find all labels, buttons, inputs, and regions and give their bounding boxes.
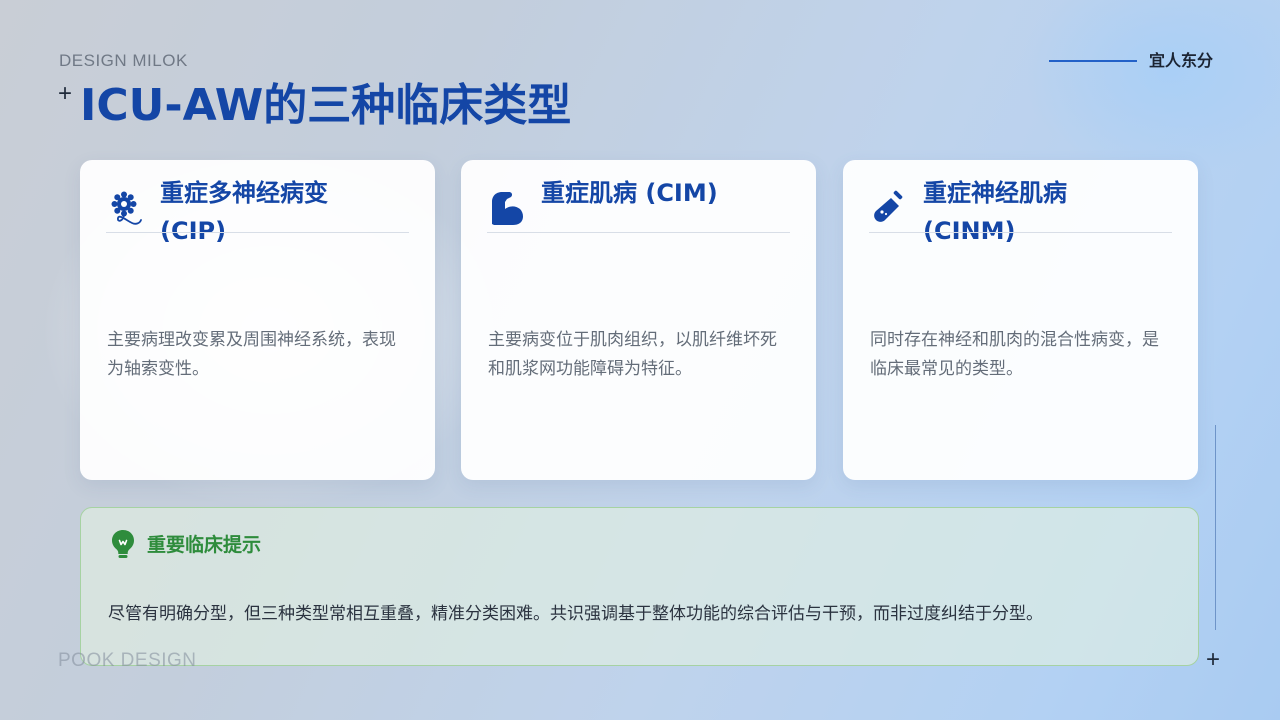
tip-title: 重要临床提示: [147, 534, 262, 556]
card-cip: 重症多神经病变 (CIP) 主要病理改变累及周围神经系统，表现为轴索变性。: [80, 160, 435, 480]
card-title: 重症神经肌病 (CINM): [923, 179, 1067, 245]
card-cinm: 重症神经肌病 (CINM) 同时存在神经和肌肉的混合性病变，是临床最常见的类型。: [843, 160, 1198, 480]
vertical-accent-line: [1215, 425, 1216, 630]
gear-nerve-icon: [108, 190, 144, 226]
card-divider: [869, 232, 1172, 233]
card-description: 同时存在神经和肌肉的混合性病变，是临床最常见的类型。: [870, 330, 1159, 379]
test-tube-icon: [871, 190, 907, 226]
card-description: 主要病理改变累及周围神经系统，表现为轴索变性。: [107, 330, 396, 379]
card-description: 主要病变位于肌肉组织，以肌纤维坏死和肌浆网功能障碍为特征。: [488, 330, 777, 379]
lightbulb-icon: [110, 529, 136, 559]
header-accent-line: [1049, 60, 1137, 62]
brand-watermark-bottom: POOK DESIGN: [58, 650, 197, 671]
header-right-label: 宜人东分: [1149, 51, 1214, 70]
brand-watermark-top: DESIGN MILOK: [59, 51, 188, 70]
card-cim: 重症肌病 (CIM) 主要病变位于肌肉组织，以肌纤维坏死和肌浆网功能障碍为特征。: [461, 160, 816, 480]
card-divider: [106, 232, 409, 233]
background-glow-right: [1020, 0, 1280, 180]
page-title: ICU-AW的三种临床类型: [80, 80, 572, 131]
tip-text: 尽管有明确分型，但三种类型常相互重叠，精准分类困难。共识强调基于整体功能的综合评…: [108, 604, 1043, 624]
plus-decoration-right: +: [1206, 646, 1221, 673]
card-title: 重症多神经病变 (CIP): [160, 179, 328, 245]
flexed-arm-muscle-icon: [489, 190, 525, 226]
card-divider: [487, 232, 790, 233]
card-title: 重症肌病 (CIM): [541, 179, 718, 207]
plus-decoration-left: +: [58, 80, 73, 107]
clinical-tip-box: 重要临床提示 尽管有明确分型，但三种类型常相互重叠，精准分类困难。共识强调基于整…: [80, 507, 1199, 666]
